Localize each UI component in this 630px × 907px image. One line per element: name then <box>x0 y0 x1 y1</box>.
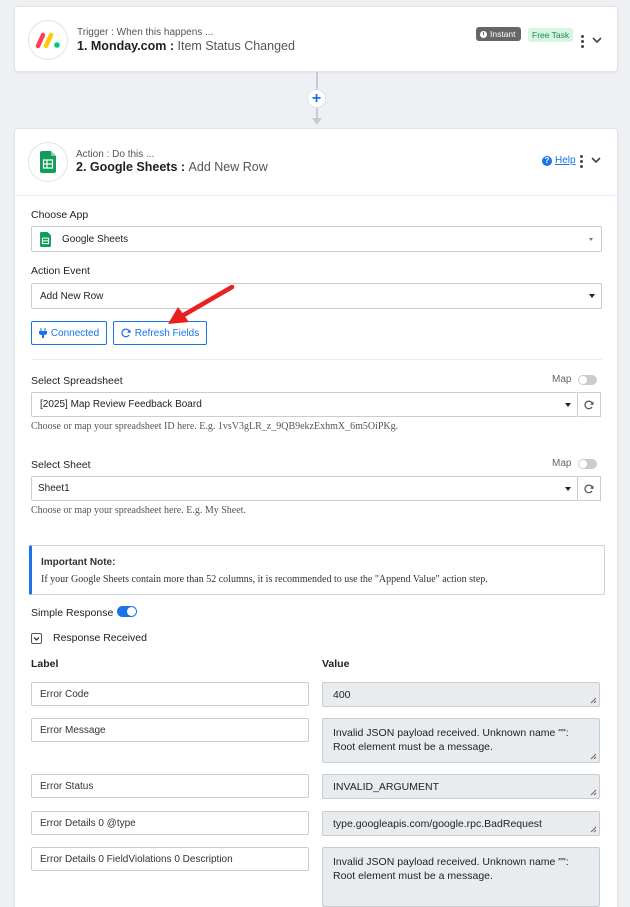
trigger-card[interactable]: Trigger : When this happens ... 1. Monda… <box>14 6 618 72</box>
trigger-subtitle: Trigger : When this happens ... <box>77 27 214 38</box>
resize-handle-icon[interactable] <box>590 826 597 833</box>
error-details-description-label-field[interactable]: Error Details 0 FieldViolations 0 Descri… <box>31 847 309 871</box>
refresh-icon <box>584 400 594 409</box>
action-event-select[interactable]: Add New Row <box>31 283 602 309</box>
sheet-refresh-button[interactable] <box>578 476 601 501</box>
google-sheets-small-icon <box>40 231 51 247</box>
action-more-icon[interactable] <box>579 155 583 168</box>
simple-response-toggle[interactable] <box>117 606 137 617</box>
spreadsheet-map-toggle[interactable]: Map <box>552 374 598 385</box>
action-event-value: Add New Row <box>40 290 104 302</box>
trigger-title: 1. Monday.com : Item Status Changed <box>77 39 295 53</box>
sheet-map-toggle[interactable]: Map <box>552 458 598 469</box>
action-subtitle: Action : Do this ... <box>76 149 155 160</box>
value-column-header: Value <box>322 658 350 670</box>
spreadsheet-select[interactable]: [2025] Map Review Feedback Board <box>31 392 578 417</box>
annotation-arrow-icon <box>168 284 235 324</box>
connected-button-label: Connected <box>50 327 100 339</box>
label-column-header: Label <box>31 658 59 670</box>
spreadsheet-hint: Choose or map your spreadsheet ID here. … <box>31 421 399 432</box>
refresh-icon <box>584 484 594 493</box>
action-title: 2. Google Sheets : Add New Row <box>76 160 268 174</box>
header-divider <box>14 195 618 196</box>
simple-response-label: Simple Response <box>31 607 114 619</box>
spreadsheet-map-switch[interactable] <box>578 374 598 385</box>
error-status-value: INVALID_ARGUMENT <box>333 781 439 793</box>
action-event-name: Add New Row <box>188 160 268 174</box>
error-details-description-value: Invalid JSON payload received. Unknown n… <box>333 856 569 882</box>
sheet-map-label: Map <box>552 458 572 469</box>
add-step-button[interactable]: + <box>307 89 326 108</box>
help-icon: ? <box>542 155 552 166</box>
resize-handle-icon[interactable] <box>590 789 597 796</box>
error-details-type-value-field[interactable]: type.googleapis.com/google.rpc.BadReques… <box>322 811 600 836</box>
clock-icon <box>480 30 487 38</box>
action-chevron-down-icon[interactable] <box>591 155 601 165</box>
action-app-name: 2. Google Sheets : <box>76 160 186 174</box>
google-sheets-logo-icon <box>28 142 68 182</box>
response-received-checkbox[interactable] <box>31 633 42 644</box>
error-message-label-field[interactable]: Error Message <box>31 718 309 742</box>
spreadsheet-refresh-button[interactable] <box>578 392 601 417</box>
error-code-value-field[interactable]: 400 <box>322 682 600 707</box>
error-details-type-label-field[interactable]: Error Details 0 @type <box>31 811 309 835</box>
error-message-value-field[interactable]: Invalid JSON payload received. Unknown n… <box>322 718 600 763</box>
error-details-type-value: type.googleapis.com/google.rpc.BadReques… <box>333 818 542 830</box>
choose-app-caret-icon <box>589 238 593 241</box>
spreadsheet-value: [2025] Map Review Feedback Board <box>40 399 202 410</box>
refresh-icon <box>121 328 131 338</box>
spreadsheet-caret-icon <box>565 402 571 407</box>
important-note: Important Note: If your Google Sheets co… <box>29 545 605 595</box>
trigger-event-name: Item Status Changed <box>177 39 295 53</box>
action-event-label: Action Event <box>31 265 90 277</box>
trigger-chevron-down-icon[interactable] <box>592 35 602 45</box>
connected-button[interactable]: Connected <box>31 321 107 345</box>
note-title: Important Note: <box>41 557 116 568</box>
choose-app-label: Choose App <box>31 209 89 221</box>
error-status-value-field[interactable]: INVALID_ARGUMENT <box>322 774 600 799</box>
response-received-label: Response Received <box>53 632 147 644</box>
error-status-label-field[interactable]: Error Status <box>31 774 309 798</box>
error-code-label-field[interactable]: Error Code <box>31 682 309 706</box>
instant-badge-label: Instant <box>490 29 516 39</box>
help-link[interactable]: ? Help <box>542 155 576 166</box>
trigger-more-icon[interactable] <box>580 35 584 48</box>
connector-line-top <box>316 72 318 89</box>
choose-app-select[interactable]: Google Sheets <box>31 226 602 252</box>
chevron-down-icon <box>33 637 40 641</box>
free-task-badge: Free Task <box>528 28 574 42</box>
action-event-caret-icon <box>589 294 595 298</box>
sheet-map-switch[interactable] <box>578 458 598 469</box>
error-code-value: 400 <box>333 689 351 701</box>
connector-arrow-icon <box>312 118 322 125</box>
monday-logo-icon <box>28 20 68 60</box>
choose-app-value: Google Sheets <box>62 233 129 245</box>
note-body: If your Google Sheets contain more than … <box>41 574 488 585</box>
spreadsheet-map-label: Map <box>552 374 572 385</box>
resize-handle-icon[interactable] <box>590 753 597 760</box>
section-divider <box>31 359 602 360</box>
select-spreadsheet-label: Select Spreadsheet <box>31 375 123 387</box>
sheet-caret-icon <box>565 486 571 491</box>
error-details-description-value-field[interactable]: Invalid JSON payload received. Unknown n… <box>322 847 600 907</box>
trigger-app-name: 1. Monday.com : <box>77 39 175 53</box>
sheet-value: Sheet1 <box>38 483 70 494</box>
sheet-hint: Choose or map your spreadsheet here. E.g… <box>31 505 246 516</box>
resize-handle-icon[interactable] <box>590 697 597 704</box>
select-sheet-label: Select Sheet <box>31 459 91 471</box>
sheet-select[interactable]: Sheet1 <box>31 476 578 501</box>
instant-badge: Instant <box>476 27 521 41</box>
plug-icon <box>38 328 47 338</box>
error-message-value: Invalid JSON payload received. Unknown n… <box>333 727 569 753</box>
help-label: Help <box>555 155 576 166</box>
